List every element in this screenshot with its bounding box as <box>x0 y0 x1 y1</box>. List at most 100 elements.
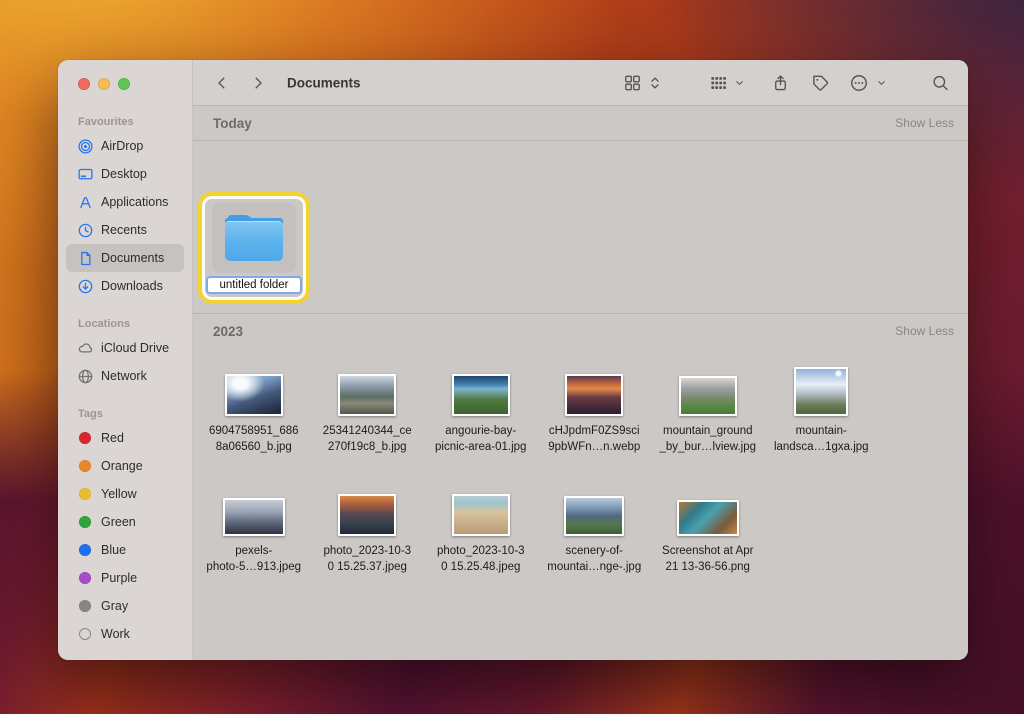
tag-label: Red <box>101 431 124 445</box>
file-name-line1: pexels- <box>235 545 273 557</box>
image-thumbnail[interactable] <box>564 496 625 536</box>
sidebar-item-downloads[interactable]: Downloads <box>66 272 184 300</box>
file-name-line2: 0 15.25.37.jpeg <box>327 560 407 573</box>
file-name-line1: Screenshot at Apr <box>662 545 754 557</box>
group-by-button[interactable] <box>709 73 728 92</box>
sidebar-tag-purple[interactable]: Purple <box>66 564 184 592</box>
file-item[interactable]: photo_2023-10-3 0 15.25.48.jpeg <box>424 478 538 575</box>
file-grid-row-1: 6904758951_686 8a06560_b.jpg 25341240344… <box>197 358 968 455</box>
show-less-button[interactable]: Show Less <box>895 116 954 130</box>
image-thumbnail[interactable] <box>222 498 285 536</box>
tag-label: Yellow <box>101 487 137 501</box>
sidebar-tag-work[interactable]: Work <box>66 620 184 648</box>
file-item[interactable]: photo_2023-10-3 0 15.25.37.jpeg <box>311 478 425 575</box>
sidebar-item-label: iCloud Drive <box>101 341 170 355</box>
image-thumbnail[interactable] <box>224 374 283 416</box>
download-icon <box>76 277 94 295</box>
file-name-line2: 270f19c8_b.jpg <box>327 440 407 453</box>
close-button[interactable] <box>78 78 90 90</box>
file-item[interactable]: scenery-of- mountai…nge-.jpg <box>538 478 652 575</box>
forward-button[interactable] <box>249 74 267 92</box>
airdrop-icon <box>76 137 94 155</box>
file-item[interactable]: mountain_ground _by_bur…lview.jpg <box>651 358 765 455</box>
image-thumbnail[interactable] <box>451 494 510 536</box>
search-icon[interactable] <box>931 73 950 92</box>
view-options-button[interactable] <box>623 73 642 92</box>
sidebar-tag-orange[interactable]: Orange <box>66 452 184 480</box>
back-button[interactable] <box>213 74 231 92</box>
clock-icon <box>76 221 94 239</box>
sidebar-item-applications[interactable]: Applications <box>66 188 184 216</box>
sidebar-tag-blue[interactable]: Blue <box>66 536 184 564</box>
sidebar-item-label: Network <box>101 369 147 383</box>
sidebar-item-label: Downloads <box>101 279 163 293</box>
image-thumbnail[interactable] <box>676 500 739 536</box>
zoom-button[interactable] <box>118 78 130 90</box>
file-item[interactable]: pexels- photo-5…913.jpeg <box>197 478 311 575</box>
file-item[interactable]: angourie-bay- picnic-area-01.jpg <box>424 358 538 455</box>
file-grid-row-2: pexels- photo-5…913.jpeg photo_2023-10-3… <box>197 478 968 575</box>
show-less-button[interactable]: Show Less <box>895 324 954 338</box>
file-name-line2: 21 13-36-56.png <box>665 560 750 573</box>
image-thumbnail[interactable] <box>565 374 624 416</box>
tag-dot-gray-icon <box>79 600 91 612</box>
sidebar-item-desktop[interactable]: Desktop <box>66 160 184 188</box>
file-item[interactable]: Screenshot at Apr 21 13-36-56.png <box>651 478 765 575</box>
group-header-today: Today Show Less <box>193 106 968 141</box>
image-thumbnail[interactable] <box>338 374 397 416</box>
sidebar-item-documents[interactable]: Documents <box>66 244 184 272</box>
new-folder-item[interactable] <box>198 192 310 304</box>
tag-label: Gray <box>101 599 129 613</box>
tag-dot-red-icon <box>79 432 91 444</box>
file-item[interactable]: cHJpdmF0ZS9sci 9pbWFn…n.webp <box>538 358 652 455</box>
file-name-line2: 8a06560_b.jpg <box>215 440 292 453</box>
image-thumbnail[interactable] <box>794 367 849 416</box>
file-name-line1: angourie-bay- <box>445 425 517 437</box>
sidebar-item-airdrop[interactable]: AirDrop <box>66 132 184 160</box>
file-name-line1: scenery-of- <box>565 545 624 557</box>
file-name-line2: 9pbWFn…n.webp <box>548 440 641 453</box>
sidebar-tag-gray[interactable]: Gray <box>66 592 184 620</box>
sidebar-item-label: AirDrop <box>101 139 144 153</box>
file-item[interactable]: mountain- landsca…1gxa.jpg <box>765 358 879 455</box>
tag-dot-blue-icon <box>79 544 91 556</box>
image-thumbnail[interactable] <box>451 374 510 416</box>
tag-button[interactable] <box>811 73 830 92</box>
file-name-line2: photo-5…913.jpeg <box>206 560 302 573</box>
tag-dot-work-icon <box>79 628 91 640</box>
finder-window: Favourites AirDrop Desktop Applications … <box>58 60 968 660</box>
sidebar-tag-green[interactable]: Green <box>66 508 184 536</box>
group-title: 2023 <box>213 323 244 339</box>
sidebar-section-favourites: Favourites <box>78 116 134 128</box>
main-column: Documents Today Show Less untitled folde… <box>193 60 968 660</box>
group-header-2023: 2023 Show Less <box>193 313 968 348</box>
sidebar-item-recents[interactable]: Recents <box>66 216 184 244</box>
cloud-icon <box>76 339 94 357</box>
sidebar-item-network[interactable]: Network <box>66 362 184 390</box>
minimize-button[interactable] <box>98 78 110 90</box>
folder-name-input[interactable] <box>206 276 302 294</box>
window-controls <box>66 78 184 90</box>
view-chevrons-icon[interactable] <box>649 73 661 92</box>
file-item[interactable]: 25341240344_ce 270f19c8_b.jpg <box>311 358 425 455</box>
file-name-line2: _by_bur…lview.jpg <box>659 440 757 453</box>
more-options-button[interactable] <box>849 73 869 93</box>
file-name-line1: 25341240344_ce <box>322 425 412 437</box>
image-thumbnail[interactable] <box>678 376 737 416</box>
desktop-icon <box>76 165 94 183</box>
sidebar-tag-yellow[interactable]: Yellow <box>66 480 184 508</box>
sidebar-tag-red[interactable]: Red <box>66 424 184 452</box>
file-name-line2: picnic-area-01.jpg <box>435 440 527 453</box>
applications-icon <box>76 193 94 211</box>
group-by-chevron-icon[interactable] <box>734 77 745 88</box>
share-button[interactable] <box>771 73 790 92</box>
file-item[interactable]: 6904758951_686 8a06560_b.jpg <box>197 358 311 455</box>
sidebar-item-icloud-drive[interactable]: iCloud Drive <box>66 334 184 362</box>
tag-label: Blue <box>101 543 127 557</box>
sidebar-item-label: Recents <box>101 223 147 237</box>
folder-icon <box>225 215 283 261</box>
image-thumbnail[interactable] <box>338 494 397 536</box>
more-options-chevron-icon[interactable] <box>876 77 887 88</box>
folder-selection-plate <box>212 203 296 273</box>
file-name-line2: mountai…nge-.jpg <box>547 560 642 573</box>
